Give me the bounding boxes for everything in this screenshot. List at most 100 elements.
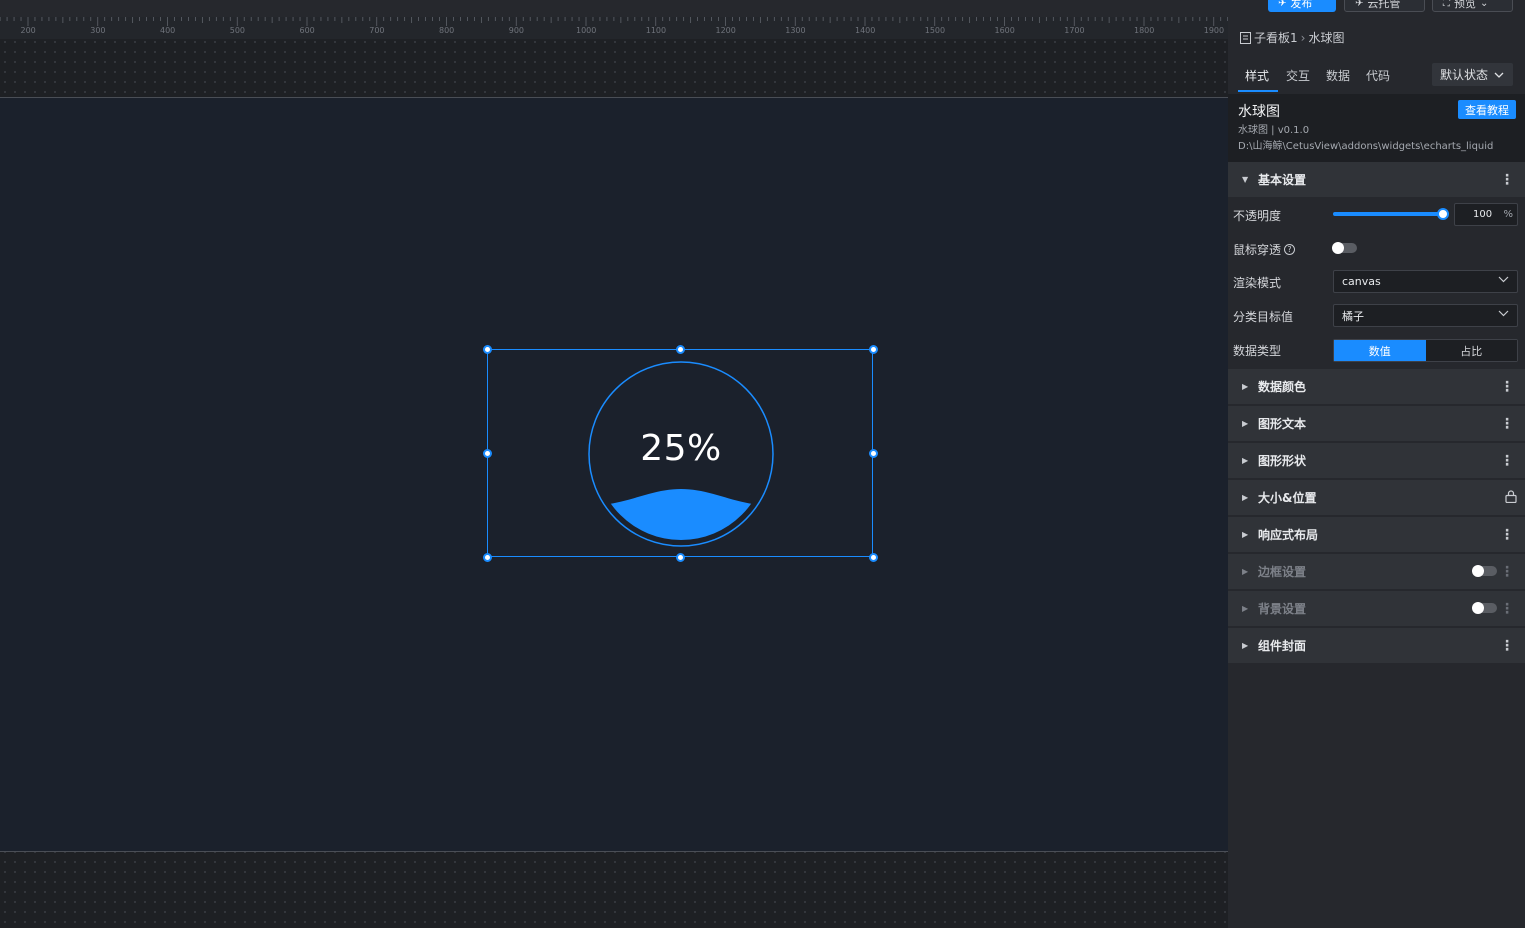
opacity-value: 100 bbox=[1473, 209, 1493, 220]
resize-handle-n[interactable] bbox=[676, 345, 685, 354]
liquid-value-label: 25% bbox=[640, 428, 722, 469]
tab-code[interactable]: 代码 bbox=[1366, 67, 1390, 84]
lock-icon[interactable] bbox=[1505, 490, 1517, 503]
caret-right-icon: ▶ bbox=[1242, 419, 1249, 428]
ruler-label: 300 bbox=[90, 26, 106, 35]
opacity-input[interactable]: 100 % bbox=[1454, 203, 1518, 226]
opacity-slider-thumb[interactable] bbox=[1437, 208, 1449, 220]
liquid-fill-widget[interactable]: 25% bbox=[483, 345, 878, 562]
caret-right-icon: ▶ bbox=[1242, 530, 1249, 539]
section-3[interactable]: ▶ 图形形状 ⋮ bbox=[1228, 443, 1525, 478]
data-type-option-ratio[interactable]: 占比 bbox=[1425, 340, 1517, 361]
section-label: 组件封面 bbox=[1258, 639, 1307, 653]
more-vertical-icon[interactable]: ⋮ bbox=[1500, 173, 1514, 187]
section-2[interactable]: ▶ 图形文本 ⋮ bbox=[1228, 406, 1525, 441]
opacity-label: 不透明度 bbox=[1233, 209, 1282, 223]
section-label: 响应式布局 bbox=[1258, 528, 1319, 542]
mouse-through-text: 鼠标穿透 bbox=[1233, 243, 1282, 257]
caret-right-icon: ▶ bbox=[1242, 456, 1249, 465]
publish-button[interactable]: ✈ 发布 bbox=[1268, 0, 1336, 12]
section-basic-settings[interactable]: ▼ 基本设置 ⋮ bbox=[1228, 162, 1525, 197]
caret-right-icon: ▶ bbox=[1242, 493, 1249, 502]
ruler-label: 1300 bbox=[785, 26, 806, 35]
ruler-label: 1900 bbox=[1203, 26, 1225, 35]
publish-label: 发布 bbox=[1290, 0, 1313, 10]
more-vertical-icon[interactable]: ⋮ bbox=[1500, 528, 1514, 542]
resize-handle-e[interactable] bbox=[869, 449, 878, 458]
help-icon[interactable]: ? bbox=[1284, 244, 1296, 255]
board-icon bbox=[1240, 31, 1251, 44]
render-mode-value: canvas bbox=[1342, 275, 1381, 288]
breadcrumb-current: 水球图 bbox=[1308, 31, 1345, 45]
section-5[interactable]: ▶ 响应式布局 ⋮ bbox=[1228, 517, 1525, 552]
preview-label: 预览 bbox=[1454, 0, 1476, 10]
tab-data[interactable]: 数据 bbox=[1326, 67, 1350, 84]
chevron-down-icon bbox=[1494, 72, 1504, 78]
caret-right-icon: ▶ bbox=[1242, 604, 1249, 613]
section-toggle[interactable] bbox=[1472, 565, 1497, 577]
section-label: 基本设置 bbox=[1258, 173, 1307, 187]
category-select[interactable]: 橘子 bbox=[1333, 304, 1518, 327]
ruler-label: 1500 bbox=[924, 26, 946, 35]
section-label: 图形形状 bbox=[1258, 454, 1307, 468]
caret-right-icon: ▶ bbox=[1242, 567, 1249, 576]
ruler-label: 800 bbox=[439, 26, 455, 35]
ruler-label: 1200 bbox=[715, 26, 736, 35]
toggle-knob bbox=[1472, 602, 1484, 614]
opacity-slider-track[interactable] bbox=[1333, 212, 1443, 216]
resize-handle-nw[interactable] bbox=[483, 345, 492, 354]
more-vertical-icon[interactable]: ⋮ bbox=[1500, 639, 1514, 653]
section-6[interactable]: ▶ 边框设置 ⋮ bbox=[1228, 554, 1525, 589]
ruler-label: 900 bbox=[508, 26, 525, 35]
mouse-through-toggle[interactable] bbox=[1332, 242, 1357, 254]
breadcrumb-parent[interactable]: 子看板1 bbox=[1254, 29, 1298, 46]
more-vertical-icon[interactable]: ⋮ bbox=[1500, 565, 1514, 579]
ruler-label: 1800 bbox=[1134, 26, 1155, 35]
chevron-down-icon bbox=[1498, 310, 1509, 317]
breadcrumb: 子看板1 › 水球图 bbox=[1240, 29, 1344, 46]
ruler-label: 600 bbox=[299, 26, 315, 35]
panel-tabs: 样式 交互 数据 代码 默认状态 bbox=[1228, 57, 1525, 94]
category-value: 橘子 bbox=[1342, 309, 1364, 323]
preview-button[interactable]: ⛶ 预览 ⌄ bbox=[1432, 0, 1513, 12]
resize-handle-w[interactable] bbox=[483, 449, 492, 458]
section-toggle[interactable] bbox=[1472, 602, 1497, 614]
more-vertical-icon[interactable]: ⋮ bbox=[1500, 454, 1514, 468]
category-label: 分类目标值 bbox=[1233, 310, 1294, 324]
toggle-knob bbox=[1332, 242, 1344, 254]
resize-handle-sw[interactable] bbox=[483, 553, 492, 562]
tab-interaction[interactable]: 交互 bbox=[1286, 67, 1310, 84]
cloud-host-label: 云托管 bbox=[1367, 0, 1401, 10]
render-mode-select[interactable]: canvas bbox=[1333, 270, 1518, 293]
ruler-label: 200 bbox=[20, 26, 36, 35]
cloud-host-button[interactable]: ✈ 云托管 bbox=[1344, 0, 1425, 12]
section-4[interactable]: ▶ 大小&位置 bbox=[1228, 480, 1525, 515]
ruler-label: 1400 bbox=[855, 26, 876, 35]
component-path: D:\山海鲸\CetusView\addons\widgets\echarts_… bbox=[1238, 141, 1494, 152]
mouse-through-label: 鼠标穿透 ? bbox=[1233, 241, 1296, 258]
rocket-icon: ✈ bbox=[1278, 0, 1287, 9]
section-label: 大小&位置 bbox=[1258, 491, 1317, 505]
breadcrumb-separator: › bbox=[1300, 30, 1306, 45]
resize-handle-s[interactable] bbox=[676, 553, 685, 562]
fullscreen-icon: ⛶ bbox=[1443, 0, 1450, 9]
tab-style[interactable]: 样式 bbox=[1245, 67, 1269, 84]
state-select[interactable]: 默认状态 bbox=[1432, 63, 1513, 86]
chevron-down-icon: ⌄ bbox=[1480, 0, 1489, 9]
resize-handle-ne[interactable] bbox=[869, 345, 878, 354]
resize-handle-se[interactable] bbox=[869, 553, 878, 562]
properties-panel: 子看板1 › 水球图 样式 交互 数据 代码 默认状态 水球图 水球图 | v0… bbox=[1228, 17, 1525, 928]
more-vertical-icon[interactable]: ⋮ bbox=[1500, 602, 1514, 616]
more-vertical-icon[interactable]: ⋮ bbox=[1500, 380, 1514, 394]
tutorial-button[interactable]: 查看教程 bbox=[1458, 100, 1516, 119]
section-8[interactable]: ▶ 组件封面 ⋮ bbox=[1228, 628, 1525, 663]
ruler-label: 500 bbox=[229, 26, 246, 35]
section-1[interactable]: ▶ 数据颜色 ⋮ bbox=[1228, 369, 1525, 404]
section-7[interactable]: ▶ 背景设置 ⋮ bbox=[1228, 591, 1525, 626]
more-vertical-icon[interactable]: ⋮ bbox=[1500, 417, 1514, 431]
ruler-label: 1000 bbox=[576, 26, 597, 35]
state-select-value: 默认状态 bbox=[1440, 68, 1489, 82]
data-type-option-value[interactable]: 数值 bbox=[1334, 340, 1426, 361]
horizontal-ruler: 200 300 400 500 600 700 800 900 1000 1100 1200 1300… bbox=[0, 17, 1228, 39]
component-info: 水球图 水球图 | v0.1.0 D:\山海鲸\CetusView\addons… bbox=[1228, 94, 1525, 162]
